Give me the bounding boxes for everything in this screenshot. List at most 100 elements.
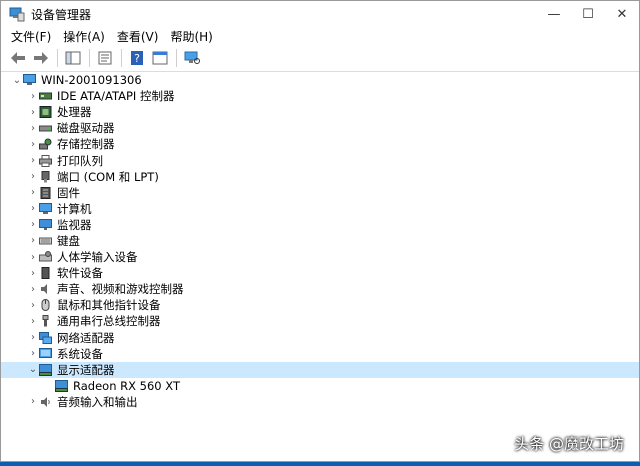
port-icon (39, 170, 52, 183)
chevron-right-icon[interactable]: › (27, 171, 39, 182)
menu-help[interactable]: 帮助(H) (164, 28, 218, 45)
scan-hardware-icon (184, 51, 200, 64)
tree-item[interactable]: › 计算机 (1, 201, 639, 217)
toolbar-separator (57, 49, 58, 67)
chevron-right-icon[interactable]: › (27, 91, 39, 102)
tree-item-label: 通用串行总线控制器 (57, 314, 161, 329)
mouse-icon (39, 299, 52, 312)
chevron-right-icon[interactable]: › (27, 252, 39, 263)
tree-item[interactable]: › 监视器 (1, 217, 639, 233)
tree-root-computer[interactable]: ⌄ WIN-2001091306 (1, 72, 639, 88)
chevron-right-icon[interactable]: › (27, 316, 39, 327)
title-bar: 设备管理器 — ☐ ✕ (1, 1, 639, 27)
tree-item-label: 磁盘驱动器 (57, 121, 115, 136)
storage-controller-icon (39, 138, 52, 150)
properties-icon (98, 51, 112, 65)
chevron-right-icon[interactable]: › (27, 348, 39, 359)
tree-item[interactable]: › 音频输入和输出 (1, 394, 639, 410)
sound-icon (39, 283, 52, 295)
chevron-down-icon[interactable]: ⌄ (11, 75, 23, 86)
chevron-right-icon[interactable]: › (27, 332, 39, 343)
hid-icon (39, 251, 52, 263)
tree-item-label: 计算机 (57, 201, 92, 216)
console-tree-icon (65, 51, 81, 65)
system-device-icon (39, 347, 52, 360)
tree-item-label: 处理器 (57, 105, 92, 120)
tree-item-label: 端口 (COM 和 LPT) (57, 169, 159, 184)
chevron-right-icon[interactable]: › (27, 396, 39, 407)
menu-file[interactable]: 文件(F) (5, 28, 57, 45)
chevron-right-icon[interactable]: › (27, 235, 39, 246)
chevron-right-icon[interactable]: › (27, 300, 39, 311)
toolbar-separator (176, 49, 177, 67)
chevron-right-icon[interactable]: › (27, 155, 39, 166)
close-button[interactable]: ✕ (605, 1, 639, 27)
tree-item[interactable]: › 处理器 (1, 104, 639, 120)
tree-item[interactable]: › 打印队列 (1, 152, 639, 168)
scan-hardware-button[interactable] (181, 48, 203, 68)
usb-icon (39, 315, 52, 327)
network-adapter-icon (39, 331, 52, 344)
view-icon (152, 51, 168, 65)
back-button[interactable] (7, 48, 29, 68)
tree-item-label: 软件设备 (57, 266, 103, 281)
properties-button[interactable] (94, 48, 116, 68)
chevron-right-icon[interactable]: › (27, 203, 39, 214)
help-icon: ? (131, 51, 143, 65)
tree-item[interactable]: › 网络适配器 (1, 330, 639, 346)
chevron-right-icon[interactable]: › (27, 284, 39, 295)
computer-icon (39, 202, 52, 215)
tree-item[interactable]: › 磁盘驱动器 (1, 120, 639, 136)
firmware-icon (39, 186, 52, 199)
tree-item[interactable]: › 存储控制器 (1, 136, 639, 152)
tree-item-label: 人体学输入设备 (57, 250, 138, 265)
tree-item-label: 打印队列 (57, 153, 103, 168)
tree-item-label: 网络适配器 (57, 330, 115, 345)
menu-view[interactable]: 查看(V) (111, 28, 165, 45)
watermark-text: 头条 @魔改工坊 (514, 435, 624, 453)
device-tree[interactable]: ⌄ WIN-2001091306 › IDE ATA/ATAPI 控制器 › 处理器 › 磁盘… (1, 72, 639, 461)
toolbar-separator (121, 49, 122, 67)
taskbar-strip (0, 462, 640, 466)
show-hide-tree-button[interactable] (62, 48, 84, 68)
tree-item-label: 系统设备 (57, 346, 103, 361)
tree-item[interactable]: › 软件设备 (1, 265, 639, 281)
tree-item[interactable]: › 通用串行总线控制器 (1, 313, 639, 329)
view-button[interactable] (149, 48, 171, 68)
tree-item-label: IDE ATA/ATAPI 控制器 (57, 89, 175, 104)
tree-item[interactable]: › 固件 (1, 185, 639, 201)
tree-item[interactable]: › 端口 (COM 和 LPT) (1, 169, 639, 185)
device-manager-window: 设备管理器 — ☐ ✕ 文件(F) 操作(A) 查看(V) 帮助(H) ? ⌄ W… (0, 0, 640, 462)
chevron-right-icon[interactable]: › (27, 123, 39, 134)
forward-arrow-icon (34, 52, 48, 64)
tree-item-label: 存储控制器 (57, 137, 115, 152)
tree-item-label: 固件 (57, 185, 80, 200)
tree-item-label: 鼠标和其他指针设备 (57, 298, 161, 313)
forward-button[interactable] (30, 48, 52, 68)
tree-item-label: Radeon RX 560 XT (73, 378, 180, 393)
tree-item-label: 声音、视频和游戏控制器 (57, 282, 184, 297)
chevron-right-icon[interactable]: › (27, 107, 39, 118)
display-adapter-icon (39, 363, 52, 376)
maximize-button[interactable]: ☐ (571, 1, 605, 27)
tree-item-child[interactable]: Radeon RX 560 XT (1, 378, 639, 394)
minimize-button[interactable]: — (537, 1, 571, 27)
disk-drive-icon (39, 122, 52, 134)
chevron-down-icon[interactable]: ⌄ (27, 364, 39, 375)
tree-item[interactable]: › 人体学输入设备 (1, 249, 639, 265)
help-button[interactable]: ? (126, 48, 148, 68)
tree-item[interactable]: › 鼠标和其他指针设备 (1, 297, 639, 313)
chevron-right-icon[interactable]: › (27, 139, 39, 150)
tree-item[interactable]: › 系统设备 (1, 346, 639, 362)
chevron-right-icon[interactable]: › (27, 187, 39, 198)
device-manager-icon (9, 6, 25, 22)
monitor-icon (39, 218, 52, 231)
chevron-right-icon[interactable]: › (27, 268, 39, 279)
tree-item[interactable]: › IDE ATA/ATAPI 控制器 (1, 88, 639, 104)
tree-item[interactable]: › 声音、视频和游戏控制器 (1, 281, 639, 297)
tree-item[interactable]: › 键盘 (1, 233, 639, 249)
keyboard-icon (39, 235, 52, 247)
tree-item[interactable]: ⌄ 显示适配器 (1, 361, 639, 378)
menu-action[interactable]: 操作(A) (57, 28, 111, 45)
chevron-right-icon[interactable]: › (27, 219, 39, 230)
